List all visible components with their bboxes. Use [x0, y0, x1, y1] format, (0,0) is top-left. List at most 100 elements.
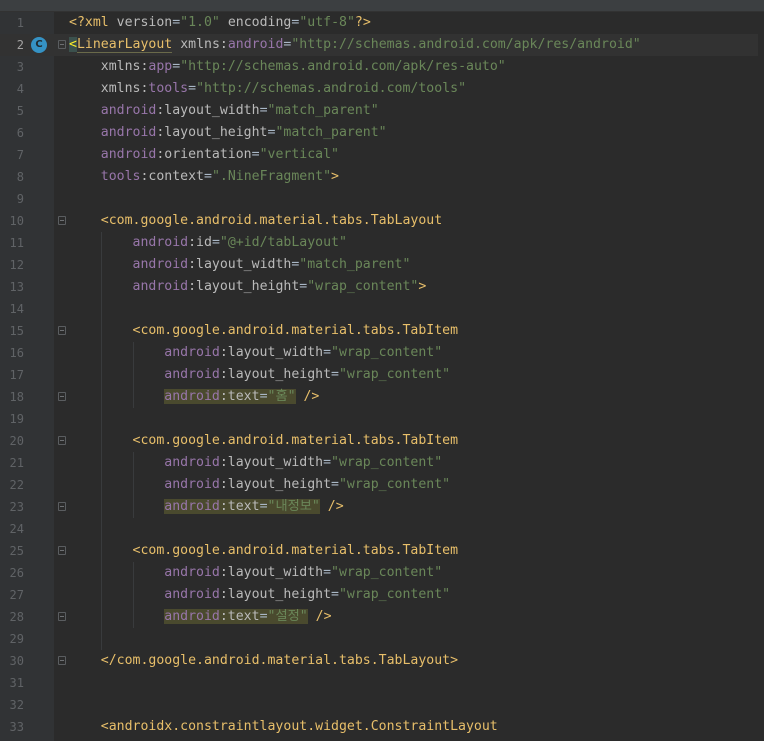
code-text[interactable]: android:layout_width="match_parent": [69, 100, 379, 122]
code-line[interactable]: 5 android:layout_width="match_parent": [0, 100, 764, 122]
code-text[interactable]: android:layout_height="match_parent": [69, 122, 387, 144]
fold-collapse-icon[interactable]: [58, 326, 66, 335]
line-number: 6: [16, 126, 24, 140]
code-text[interactable]: xmlns:app="http://schemas.android.com/ap…: [69, 56, 506, 78]
line-number: 32: [9, 698, 24, 712]
code-text[interactable]: android:layout_height="wrap_content": [69, 584, 450, 606]
code-line[interactable]: 29: [0, 628, 764, 650]
code-line[interactable]: 30 </com.google.android.material.tabs.Ta…: [0, 650, 764, 672]
code-line[interactable]: 22 android:layout_height="wrap_content": [0, 474, 764, 496]
code-line[interactable]: 23 android:text="내정보" />: [0, 496, 764, 518]
code-text[interactable]: android:layout_height="wrap_content": [69, 474, 450, 496]
code-line[interactable]: 16 android:layout_width="wrap_content": [0, 342, 764, 364]
code-line[interactable]: 14: [0, 298, 764, 320]
code-text[interactable]: android:text="설정" />: [69, 606, 332, 628]
code-line[interactable]: 27 android:layout_height="wrap_content": [0, 584, 764, 606]
code-editor[interactable]: 1 <?xml version="1.0" encoding="utf-8"?> 2…: [0, 0, 764, 741]
code-line[interactable]: 12 android:layout_width="match_parent": [0, 254, 764, 276]
code-line[interactable]: 8 tools:context=".NineFragment">: [0, 166, 764, 188]
code-text[interactable]: tools:context=".NineFragment">: [69, 166, 339, 188]
code-line[interactable]: 9: [0, 188, 764, 210]
code-line[interactable]: 33 <androidx.constraintlayout.widget.Con…: [0, 716, 764, 738]
code-text[interactable]: android:layout_width="wrap_content": [69, 452, 442, 474]
code-text[interactable]: android:layout_height="wrap_content": [69, 364, 450, 386]
code-token: "wrap_content": [338, 367, 451, 382]
code-text[interactable]: xmlns:tools="http://schemas.android.com/…: [69, 78, 466, 100]
fold-collapse-icon[interactable]: [58, 216, 66, 225]
fold-end-icon[interactable]: [58, 392, 66, 401]
code-line[interactable]: 7 android:orientation="vertical": [0, 144, 764, 166]
code-token: "utf-8": [299, 15, 355, 30]
code-token: android: [132, 279, 189, 294]
code-line[interactable]: 26 android:layout_width="wrap_content": [0, 562, 764, 584]
code-line[interactable]: 31: [0, 672, 764, 694]
code-line[interactable]: 1 <?xml version="1.0" encoding="utf-8"?>: [0, 12, 764, 34]
vertical-scrollbar[interactable]: [758, 12, 764, 741]
code-text[interactable]: android:layout_width="match_parent": [69, 254, 411, 276]
code-token: "match_parent": [275, 125, 387, 140]
code-text[interactable]: <com.google.android.material.tabs.TabIte…: [69, 540, 459, 562]
code-token: "홈": [267, 389, 296, 404]
code-line[interactable]: 6 android:layout_height="match_parent": [0, 122, 764, 144]
code-line[interactable]: 13 android:layout_height="wrap_content">: [0, 276, 764, 298]
fold-end-icon[interactable]: [58, 502, 66, 511]
code-token: >: [331, 169, 339, 184]
code-line[interactable]: 18 android:text="홈" />: [0, 386, 764, 408]
code-text[interactable]: android:layout_height="wrap_content">: [69, 276, 427, 298]
line-number: 4: [16, 82, 24, 96]
code-line[interactable]: 20 <com.google.android.material.tabs.Tab…: [0, 430, 764, 452]
code-line[interactable]: 32: [0, 694, 764, 716]
code-line[interactable]: 24: [0, 518, 764, 540]
code-token: android: [164, 587, 220, 602]
code-text[interactable]: <com.google.android.material.tabs.TabLay…: [69, 210, 442, 232]
code-token: <com.google.android.material.tabs.TabIte…: [132, 543, 459, 558]
code-token: :layout_height: [219, 367, 332, 382]
line-number: 27: [9, 588, 24, 602]
code-text[interactable]: <androidx.constraintlayout.widget.Constr…: [69, 716, 498, 738]
code-text[interactable]: <com.google.android.material.tabs.TabIte…: [69, 430, 459, 452]
code-line[interactable]: 28 android:text="설정" />: [0, 606, 764, 628]
code-token: =: [172, 59, 181, 74]
code-line[interactable]: 25 <com.google.android.material.tabs.Tab…: [0, 540, 764, 562]
code-text[interactable]: android:id="@+id/tabLayout": [69, 232, 347, 254]
code-text[interactable]: android:layout_width="wrap_content": [69, 342, 442, 364]
fold-collapse-icon[interactable]: [58, 546, 66, 555]
code-text[interactable]: <LinearLayout xmlns:android="http://sche…: [69, 34, 641, 56]
code-token: android: [164, 367, 220, 382]
code-token: :layout_height: [156, 125, 268, 140]
code-token: :layout_width: [156, 103, 260, 118]
code-line[interactable]: 3 xmlns:app="http://schemas.android.com/…: [0, 56, 764, 78]
code-line[interactable]: 2 C <LinearLayout xmlns:android="http://sc…: [0, 34, 764, 56]
code-text[interactable]: <com.google.android.material.tabs.TabIte…: [69, 320, 459, 342]
code-token: "match_parent": [299, 257, 411, 272]
code-text[interactable]: android:text="홈" />: [69, 386, 319, 408]
code-text[interactable]: </com.google.android.material.tabs.TabLa…: [69, 650, 458, 672]
code-line[interactable]: 15 <com.google.android.material.tabs.Tab…: [0, 320, 764, 342]
code-text[interactable]: android:layout_width="wrap_content": [69, 562, 442, 584]
code-line[interactable]: 11 android:id="@+id/tabLayout": [0, 232, 764, 254]
code-line[interactable]: 21 android:layout_width="wrap_content": [0, 452, 764, 474]
code-text[interactable]: android:text="내정보" />: [69, 496, 344, 518]
code-line[interactable]: 17 android:layout_height="wrap_content": [0, 364, 764, 386]
code-line[interactable]: 4 xmlns:tools="http://schemas.android.co…: [0, 78, 764, 100]
code-token: android: [100, 147, 157, 162]
fold-collapse-icon[interactable]: [58, 436, 66, 445]
class-c-icon[interactable]: C: [31, 37, 47, 53]
code-text[interactable]: <?xml version="1.0" encoding="utf-8"?>: [69, 12, 371, 34]
fold-collapse-icon[interactable]: [58, 40, 66, 49]
code-line[interactable]: 19: [0, 408, 764, 430]
code-line[interactable]: 10 <com.google.android.material.tabs.Tab…: [0, 210, 764, 232]
fold-end-icon[interactable]: [58, 612, 66, 621]
fold-end-icon[interactable]: [58, 656, 66, 665]
code-token: "wrap_content": [338, 477, 451, 492]
code-token: :layout_width: [188, 257, 292, 272]
code-text[interactable]: android:orientation="vertical": [69, 144, 339, 166]
code-token: =: [259, 609, 268, 624]
